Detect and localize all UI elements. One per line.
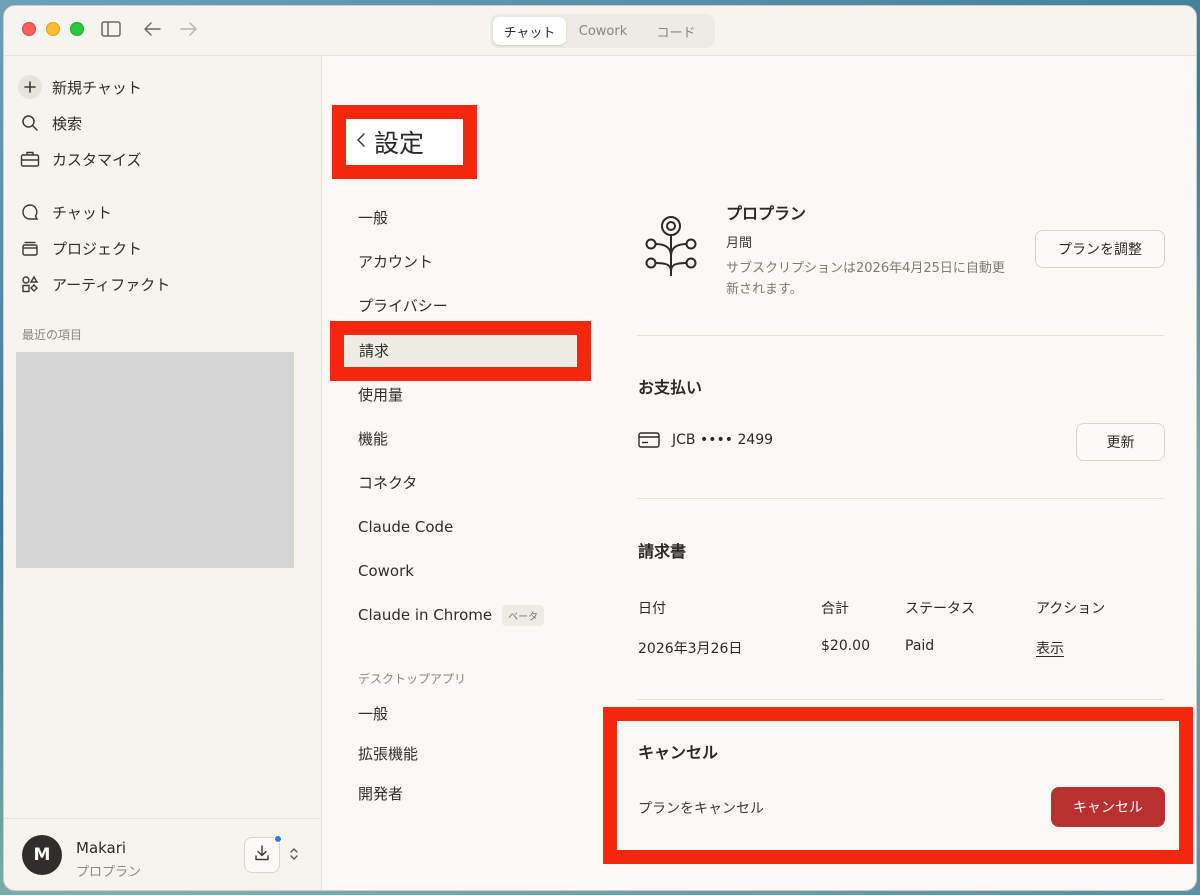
sidebar-item-customize[interactable]: カスタマイズ <box>18 145 142 173</box>
back-arrow-icon[interactable] <box>141 18 163 40</box>
payment-card: JCB •••• 2499 <box>638 432 773 448</box>
forward-arrow-icon[interactable] <box>178 18 200 40</box>
view-invoice-link[interactable]: 表示 <box>1036 638 1064 658</box>
divider <box>637 498 1164 499</box>
page-title: 設定 <box>374 129 425 158</box>
sidebar-item-label: カスタマイズ <box>52 150 142 169</box>
sidebar-toggle-icon[interactable] <box>100 18 122 40</box>
credit-card-icon <box>638 432 660 448</box>
cancel-plan-label: プランをキャンセル <box>638 801 764 817</box>
divider <box>637 335 1164 336</box>
chat-bubble-icon <box>18 200 42 224</box>
table-header-total: 合計 <box>821 601 849 617</box>
plan-renewal-text: サブスクリプションは2026年4月25日に自動更新されます。 <box>726 261 1005 297</box>
title-bar: チャット Cowork コード <box>4 6 1196 56</box>
payment-section-title: お支払い <box>638 378 703 397</box>
mode-switcher: チャット Cowork コード <box>490 14 715 48</box>
plan-name: プロプラン <box>726 204 807 223</box>
invoices-section-title: 請求書 <box>638 542 687 561</box>
adjust-plan-button[interactable]: プランを調整 <box>1035 230 1165 268</box>
sidebar-item-search[interactable]: 検索 <box>18 109 82 137</box>
tab-cowork[interactable]: Cowork <box>566 17 640 45</box>
invoice-status: Paid <box>905 638 935 654</box>
table-header-date: 日付 <box>638 601 666 617</box>
notification-dot <box>274 835 282 843</box>
artifacts-icon <box>18 272 42 296</box>
user-plan: プロプラン <box>76 865 142 880</box>
toolbox-icon <box>18 147 42 171</box>
table-header-status: ステータス <box>905 601 975 617</box>
settings-nav-claude-code[interactable]: Claude Code <box>358 516 453 538</box>
pro-plan-icon <box>641 216 701 284</box>
folder-stack-icon <box>18 236 42 260</box>
settings-nav-desktop-general[interactable]: 一般 <box>358 702 388 724</box>
settings-header-highlight[interactable]: 設定 <box>332 105 477 179</box>
avatar: M <box>22 835 62 875</box>
cancel-plan-button[interactable]: キャンセル <box>1051 787 1165 827</box>
sidebar: 新規チャット 検索 カスタマイズ チャット プロジェクト アーティファクト 最近… <box>4 56 322 890</box>
chevron-left-icon <box>356 132 366 153</box>
settings-nav-claude-in-chrome[interactable]: Claude in Chrome ベータ <box>358 604 545 626</box>
tab-code[interactable]: コード <box>640 17 712 45</box>
sidebar-item-artifacts[interactable]: アーティファクト <box>18 270 170 298</box>
invoice-total: $20.00 <box>821 638 870 654</box>
settings-nav-features[interactable]: 機能 <box>358 427 388 449</box>
settings-nav-privacy[interactable]: プライバシー <box>358 294 448 316</box>
divider <box>637 699 1164 700</box>
plus-icon <box>18 75 42 99</box>
sidebar-item-projects[interactable]: プロジェクト <box>18 234 142 262</box>
sidebar-item-label: 検索 <box>52 114 83 133</box>
table-header-action: アクション <box>1036 601 1106 617</box>
cancel-section-highlight <box>603 707 1193 864</box>
user-name: Makari <box>76 839 127 857</box>
settings-nav-account[interactable]: アカウント <box>358 250 433 272</box>
desktop-app-section-label: デスクトップアプリ <box>358 672 467 686</box>
settings-nav-usage[interactable]: 使用量 <box>358 383 403 405</box>
settings-nav-label: Claude in Chrome <box>358 606 493 624</box>
search-icon <box>18 111 42 135</box>
app-window: チャット Cowork コード 新規チャット 検索 カスタマイズ チャット プロ… <box>3 5 1197 891</box>
plan-cycle: 月間 <box>726 236 753 251</box>
update-payment-button[interactable]: 更新 <box>1076 423 1165 461</box>
sidebar-item-new-chat[interactable]: 新規チャット <box>18 73 142 101</box>
invoice-date: 2026年3月26日 <box>638 641 743 657</box>
cancel-section-title: キャンセル <box>638 743 719 762</box>
tab-chat[interactable]: チャット <box>493 17 566 45</box>
sidebar-item-label: アーティファクト <box>52 275 171 294</box>
settings-nav-general[interactable]: 一般 <box>358 206 388 228</box>
settings-nav-connectors[interactable]: コネクタ <box>358 471 417 493</box>
download-button[interactable] <box>244 835 282 873</box>
recent-items-label: 最近の項目 <box>22 328 83 342</box>
sidebar-item-chats[interactable]: チャット <box>18 198 112 226</box>
chevron-up-down-icon[interactable] <box>289 846 299 866</box>
minimize-window-button[interactable] <box>46 22 60 36</box>
settings-nav-cowork[interactable]: Cowork <box>358 560 414 582</box>
beta-badge: ベータ <box>502 604 545 626</box>
zoom-window-button[interactable] <box>70 22 84 36</box>
user-menu[interactable]: M Makari プロプラン <box>4 818 321 890</box>
settings-nav-extensions[interactable]: 拡張機能 <box>358 742 418 764</box>
sidebar-item-label: プロジェクト <box>52 239 143 258</box>
settings-nav-developer[interactable]: 開発者 <box>358 782 403 804</box>
sidebar-item-label: 新規チャット <box>52 78 142 97</box>
card-number: JCB •••• 2499 <box>672 432 774 448</box>
sidebar-item-label: チャット <box>52 203 112 222</box>
settings-nav-billing[interactable]: 請求 <box>359 339 389 361</box>
download-icon <box>253 844 271 866</box>
recent-items-redacted <box>16 352 294 568</box>
close-window-button[interactable] <box>22 22 36 36</box>
